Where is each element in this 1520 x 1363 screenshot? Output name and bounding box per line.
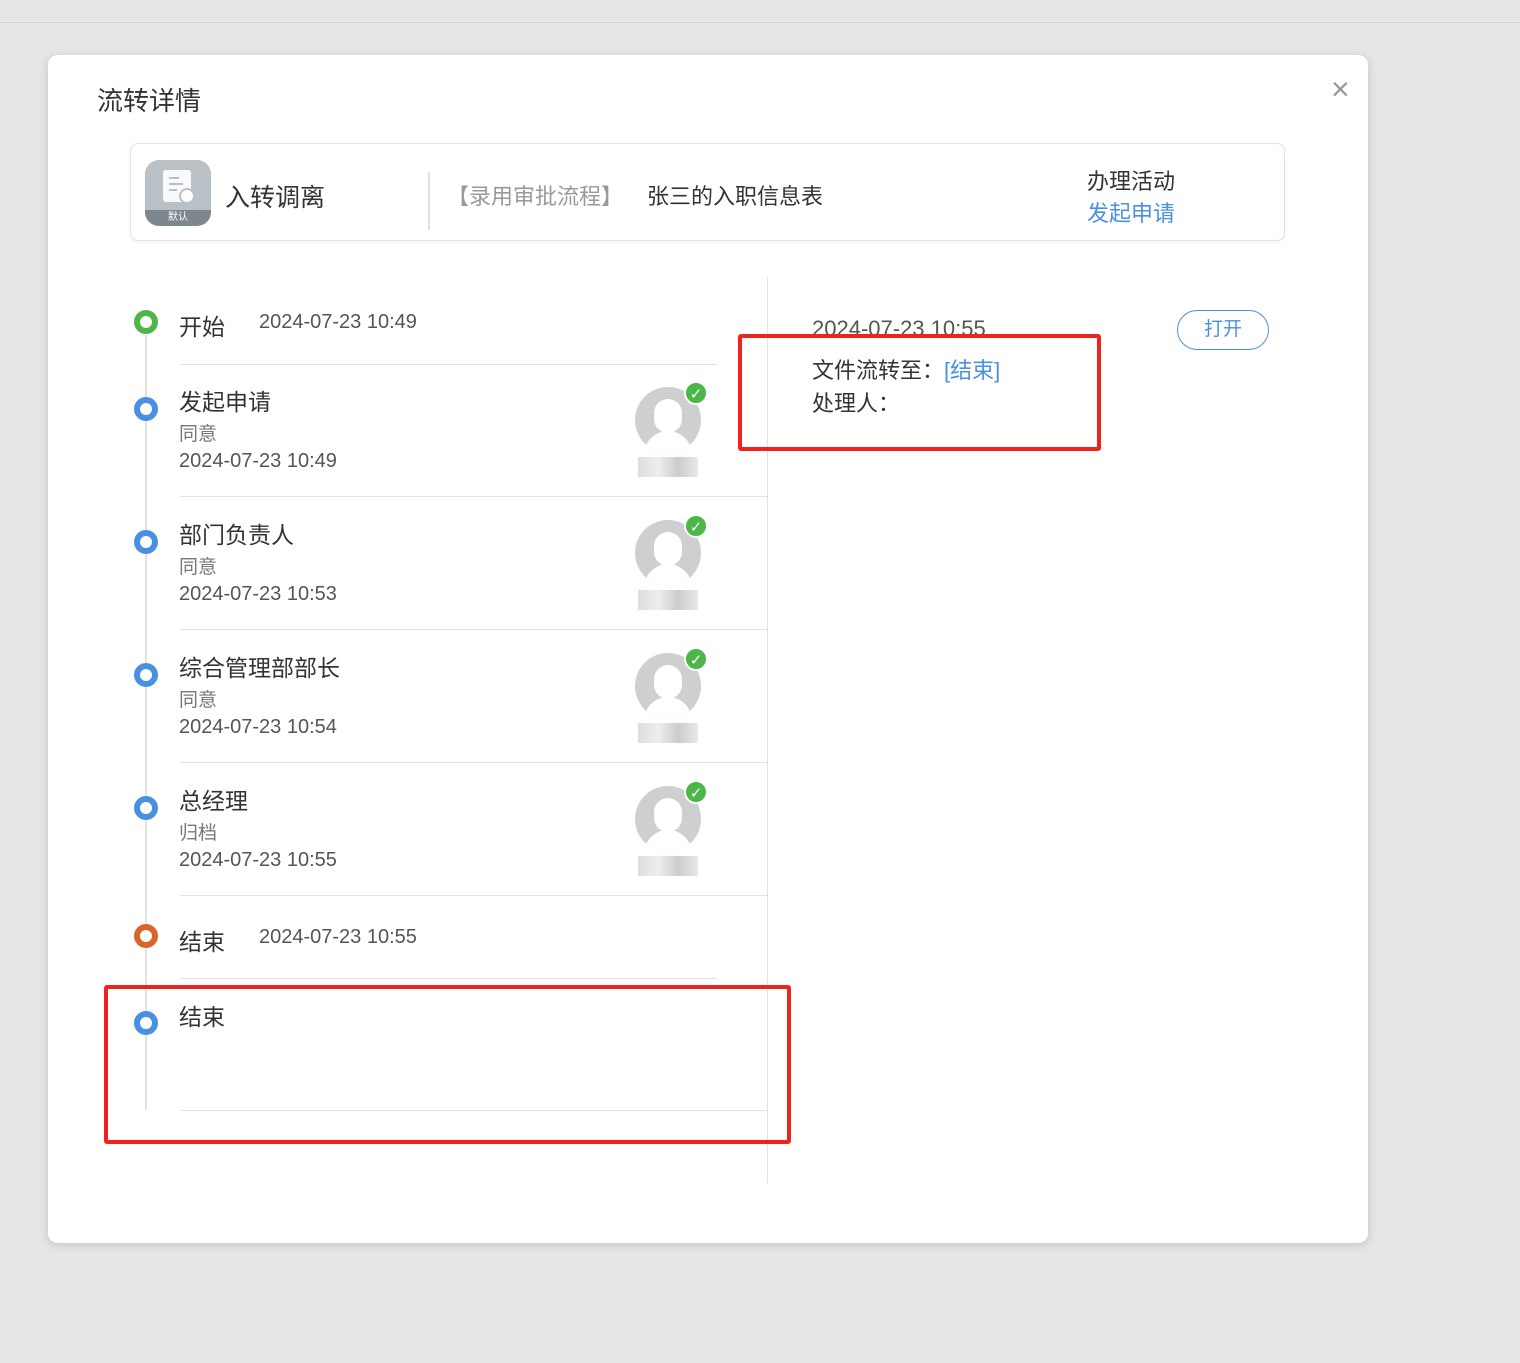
app-icon: 默认 (145, 160, 211, 226)
blurred-name (638, 856, 698, 876)
form-name: 张三的入职信息表 (647, 184, 824, 209)
step-dot (134, 397, 158, 421)
blurred-name (638, 590, 698, 610)
divider (180, 496, 767, 497)
start-dot (134, 310, 158, 334)
dialog-title: 流转详情 (97, 86, 202, 116)
start-time: 2024-07-23 10:49 (259, 311, 417, 333)
app-name: 入转调离 (225, 184, 326, 212)
process-header-card: 默认 入转调离 【录用审批流程】 张三的入职信息表 办理活动 发起申请 (130, 143, 1285, 241)
step-time: 2024-07-23 10:49 (179, 450, 337, 472)
step-name: 总经理 (179, 788, 248, 814)
step-name: 发起申请 (179, 389, 271, 415)
close-icon[interactable]: × (1331, 73, 1350, 105)
process-name: 【录用审批流程】 (447, 184, 624, 209)
end-dot (134, 924, 158, 948)
activity-value: 发起申请 (1087, 201, 1176, 226)
divider (180, 762, 767, 763)
step-result: 同意 (179, 690, 218, 711)
start-label: 开始 (179, 314, 225, 340)
open-button[interactable]: 打开 (1177, 310, 1269, 350)
end-label: 结束 (179, 929, 225, 955)
top-divider (0, 22, 1520, 23)
step-time: 2024-07-23 10:53 (179, 583, 337, 605)
blurred-name (638, 723, 698, 743)
step-name: 部门负责人 (179, 522, 294, 548)
step-result: 归档 (179, 823, 218, 844)
activity-label: 办理活动 (1087, 169, 1176, 194)
check-icon: ✓ (684, 780, 708, 804)
check-icon: ✓ (684, 381, 708, 405)
check-icon: ✓ (684, 647, 708, 671)
step-time: 2024-07-23 10:54 (179, 716, 337, 738)
highlight-box (738, 334, 1101, 451)
divider (180, 978, 717, 979)
end-time: 2024-07-23 10:55 (259, 926, 417, 948)
step-result: 同意 (179, 557, 218, 578)
blurred-name (638, 457, 698, 477)
divider (428, 172, 430, 230)
step-dot (134, 663, 158, 687)
app-badge: 默认 (145, 210, 211, 226)
divider (180, 364, 717, 365)
divider (180, 629, 767, 630)
flow-details-dialog: 流转详情 × 默认 入转调离 【录用审批流程】 张三的入职信息表 办理活动 发起… (48, 55, 1368, 1243)
step-name: 综合管理部部长 (179, 655, 340, 681)
check-icon: ✓ (684, 514, 708, 538)
step-result: 同意 (179, 424, 218, 445)
highlight-box (104, 985, 791, 1144)
step-dot (134, 796, 158, 820)
step-dot (134, 530, 158, 554)
divider (180, 895, 767, 896)
step-time: 2024-07-23 10:55 (179, 849, 337, 871)
